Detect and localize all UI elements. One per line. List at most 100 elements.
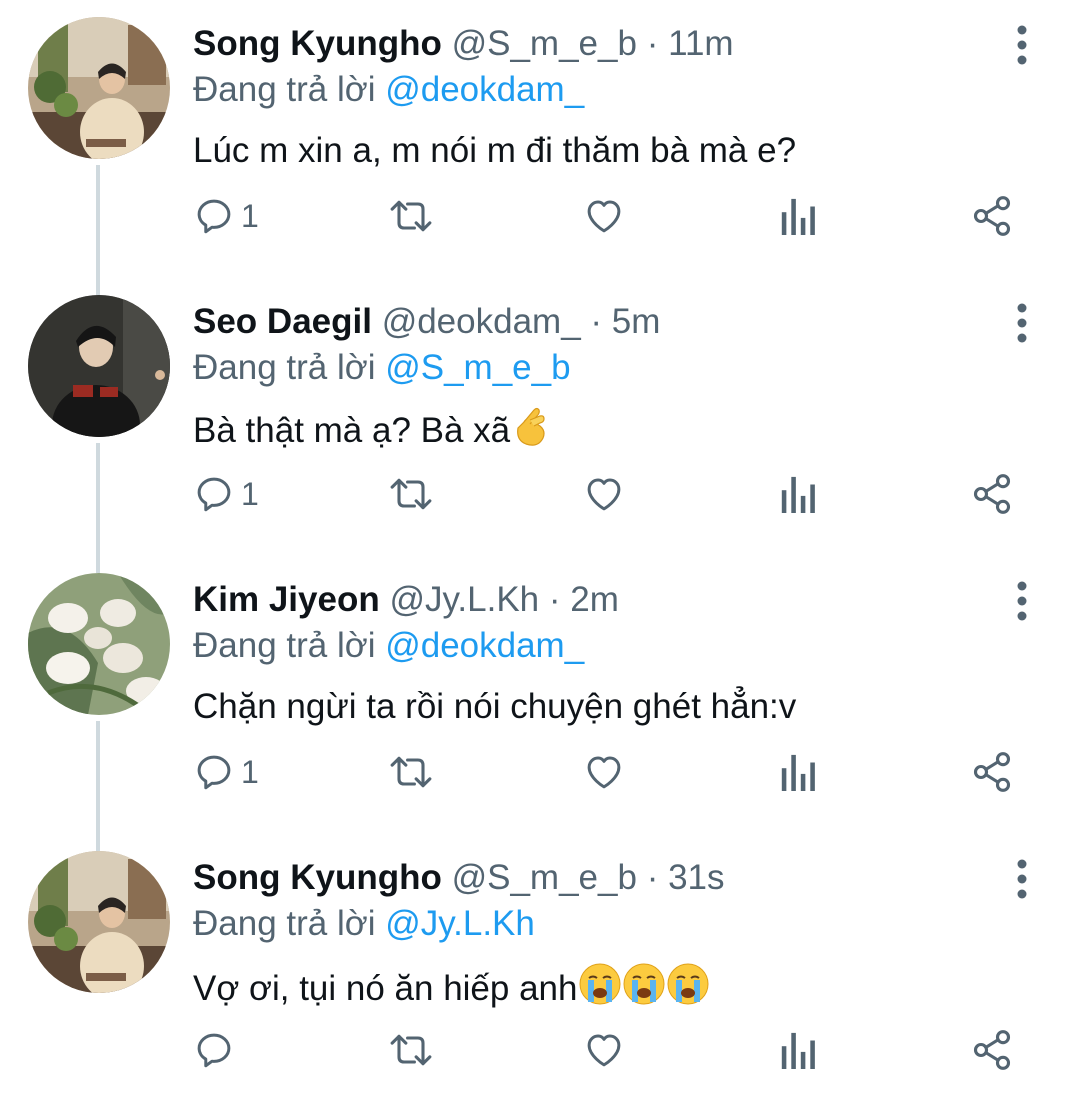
timestamp[interactable]: 5m — [612, 302, 661, 341]
replying-label: Đang trả lời — [193, 348, 376, 387]
tweet-actions: 1 — [0, 464, 1080, 524]
tweet-text: Bà thật mà ạ? Bà xã — [193, 406, 550, 460]
reply-button[interactable]: 1 — [193, 742, 259, 802]
retweet-button[interactable] — [387, 464, 435, 524]
share-button[interactable] — [970, 186, 1014, 246]
tweet-actions: 1 — [0, 186, 1080, 246]
reply-icon — [197, 477, 231, 512]
analytics-button[interactable] — [778, 742, 816, 802]
display-name[interactable]: Kim Jiyeon — [193, 580, 380, 619]
like-button[interactable] — [582, 742, 626, 802]
user-handle[interactable]: @deokdam_ — [382, 302, 581, 341]
separator: · — [646, 858, 659, 897]
replying-mention[interactable]: @Jy.L.Kh — [385, 904, 535, 943]
tweet-1[interactable]: Song Kyungho @S_m_e_b · 11m Đang trả lời… — [0, 0, 1080, 278]
tweet-header: Song Kyungho @S_m_e_b · 11m — [193, 22, 734, 66]
analytics-icon — [781, 476, 815, 513]
replying-mention[interactable]: @deokdam_ — [385, 626, 584, 665]
avatar[interactable] — [28, 17, 170, 159]
heart-icon — [587, 478, 621, 511]
replying-to: Đang trả lời @Jy.L.Kh — [193, 902, 535, 946]
avatar[interactable] — [28, 851, 170, 993]
share-icon — [973, 196, 1011, 236]
analytics-icon — [781, 754, 815, 791]
analytics-icon — [781, 198, 815, 235]
retweet-button[interactable] — [387, 186, 435, 246]
retweet-icon — [390, 478, 432, 510]
reply-count: 1 — [241, 475, 259, 512]
more-options-icon[interactable] — [1007, 300, 1037, 350]
tweet-actions — [0, 1020, 1080, 1080]
reply-icon — [197, 199, 231, 234]
tweet-text: Chặn ngừi ta rồi nói chuyện ghét hẳn:v — [193, 684, 796, 730]
more-options-icon[interactable] — [1007, 22, 1037, 72]
replying-mention[interactable]: @S_m_e_b — [385, 348, 570, 387]
finger-heart-emoji — [510, 406, 550, 460]
separator: · — [646, 24, 659, 63]
tweet-text-body: Vợ ơi, tụi nó ăn hiếp anh — [193, 969, 578, 1008]
share-icon — [973, 1030, 1011, 1070]
like-button[interactable] — [582, 464, 626, 524]
replying-label: Đang trả lời — [193, 626, 376, 665]
replying-to: Đang trả lời @deokdam_ — [193, 68, 584, 112]
timestamp[interactable]: 2m — [570, 580, 619, 619]
tweet-header: Seo Daegil @deokdam_ · 5m — [193, 300, 660, 344]
reply-icon — [197, 1033, 231, 1068]
display-name[interactable]: Song Kyungho — [193, 24, 442, 63]
more-options-icon[interactable] — [1007, 578, 1037, 628]
retweet-button[interactable] — [387, 742, 435, 802]
tweet-text: Vợ ơi, tụi nó ăn hiếp anh — [193, 962, 710, 1018]
heart-icon — [587, 1034, 621, 1067]
tweet-text: Lúc m xin a, m nói m đi thăm bà mà e? — [193, 128, 796, 174]
heart-icon — [587, 756, 621, 789]
share-button[interactable] — [970, 1020, 1014, 1080]
more-options-icon[interactable] — [1007, 856, 1037, 906]
reply-button[interactable] — [193, 1020, 241, 1080]
tweet-actions: 1 — [0, 742, 1080, 802]
reply-count: 1 — [241, 197, 259, 234]
user-handle[interactable]: @S_m_e_b — [452, 24, 637, 63]
avatar[interactable] — [28, 295, 170, 437]
display-name[interactable]: Song Kyungho — [193, 858, 442, 897]
replying-to: Đang trả lời @deokdam_ — [193, 624, 584, 668]
tweet-4[interactable]: Song Kyungho @S_m_e_b · 31s Đang trả lời… — [0, 834, 1080, 1112]
retweet-icon — [390, 200, 432, 232]
share-icon — [973, 474, 1011, 514]
loudly-crying-emoji — [622, 962, 666, 1018]
heart-icon — [587, 200, 621, 233]
analytics-button[interactable] — [778, 1020, 816, 1080]
timestamp[interactable]: 11m — [668, 24, 734, 63]
separator: · — [548, 580, 561, 619]
analytics-button[interactable] — [778, 464, 816, 524]
tweet-3[interactable]: Kim Jiyeon @Jy.L.Kh · 2m Đang trả lời @d… — [0, 556, 1080, 834]
reply-button[interactable]: 1 — [193, 464, 259, 524]
separator: · — [590, 302, 603, 341]
tweet-text-body: Chặn ngừi ta rồi nói chuyện ghét hẳn:v — [193, 687, 797, 726]
replying-label: Đang trả lời — [193, 70, 376, 109]
user-handle[interactable]: @S_m_e_b — [452, 858, 637, 897]
share-button[interactable] — [970, 464, 1014, 524]
reply-button[interactable]: 1 — [193, 186, 259, 246]
share-icon — [973, 752, 1011, 792]
display-name[interactable]: Seo Daegil — [193, 302, 372, 341]
retweet-button[interactable] — [387, 1020, 435, 1080]
timestamp[interactable]: 31s — [668, 858, 724, 897]
tweet-header: Song Kyungho @S_m_e_b · 31s — [193, 856, 725, 900]
loudly-crying-emoji — [578, 962, 622, 1018]
like-button[interactable] — [582, 1020, 626, 1080]
share-button[interactable] — [970, 742, 1014, 802]
analytics-icon — [781, 1032, 815, 1069]
retweet-icon — [390, 1034, 432, 1066]
tweet-text-body: Bà thật mà ạ? Bà xã — [193, 411, 511, 450]
user-handle[interactable]: @Jy.L.Kh — [389, 580, 539, 619]
analytics-button[interactable] — [778, 186, 816, 246]
replying-to: Đang trả lời @S_m_e_b — [193, 346, 571, 390]
replying-mention[interactable]: @deokdam_ — [385, 70, 584, 109]
loudly-crying-emoji — [666, 962, 710, 1018]
tweet-2[interactable]: Seo Daegil @deokdam_ · 5m Đang trả lời @… — [0, 278, 1080, 556]
tweet-text-body: Lúc m xin a, m nói m đi thăm bà mà e? — [193, 131, 797, 170]
avatar[interactable] — [28, 573, 170, 715]
reply-icon — [197, 755, 231, 790]
retweet-icon — [390, 756, 432, 788]
like-button[interactable] — [582, 186, 626, 246]
